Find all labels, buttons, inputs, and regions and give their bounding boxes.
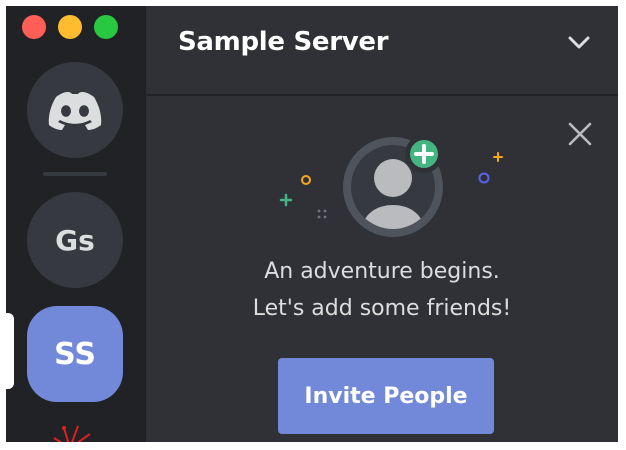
close-window-button[interactable] [22, 15, 46, 39]
add-friend-illustration [343, 135, 443, 237]
server-label-gs: Gs [55, 223, 95, 257]
sparkle-decoration-right [478, 152, 503, 184]
discord-logo-icon [48, 92, 102, 130]
sparkle-decoration-left [279, 175, 327, 219]
channel-panel: Sample Server An adventure begins. Let's… [146, 6, 618, 442]
zoom-window-button[interactable] [94, 15, 118, 39]
server-name: Sample Server [178, 27, 389, 57]
chevron-down-icon[interactable] [568, 36, 590, 50]
home-button[interactable] [27, 62, 123, 158]
welcome-heading: An adventure begins. [264, 259, 500, 284]
server-icon-gs[interactable]: Gs [27, 192, 123, 288]
server-header[interactable]: Sample Server [146, 6, 618, 96]
server-icon-ss[interactable]: SS [27, 306, 123, 402]
server-label-ss: SS [54, 336, 96, 372]
minimize-window-button[interactable] [58, 15, 82, 39]
invite-people-label: Invite People [304, 383, 468, 409]
add-badge [405, 135, 443, 173]
discord-window: Gs SS Sample Server An adventure begins.… [6, 6, 618, 442]
server-rail: Gs SS [6, 6, 146, 442]
plus-icon [414, 144, 434, 164]
welcome-subheading: Let's add some friends! [252, 296, 512, 321]
window-controls [22, 15, 118, 39]
rail-separator [43, 172, 107, 176]
close-icon[interactable] [568, 122, 592, 146]
invite-people-button[interactable]: Invite People [278, 358, 494, 434]
selected-server-indicator [6, 313, 14, 389]
server-partial-icon [53, 425, 91, 442]
